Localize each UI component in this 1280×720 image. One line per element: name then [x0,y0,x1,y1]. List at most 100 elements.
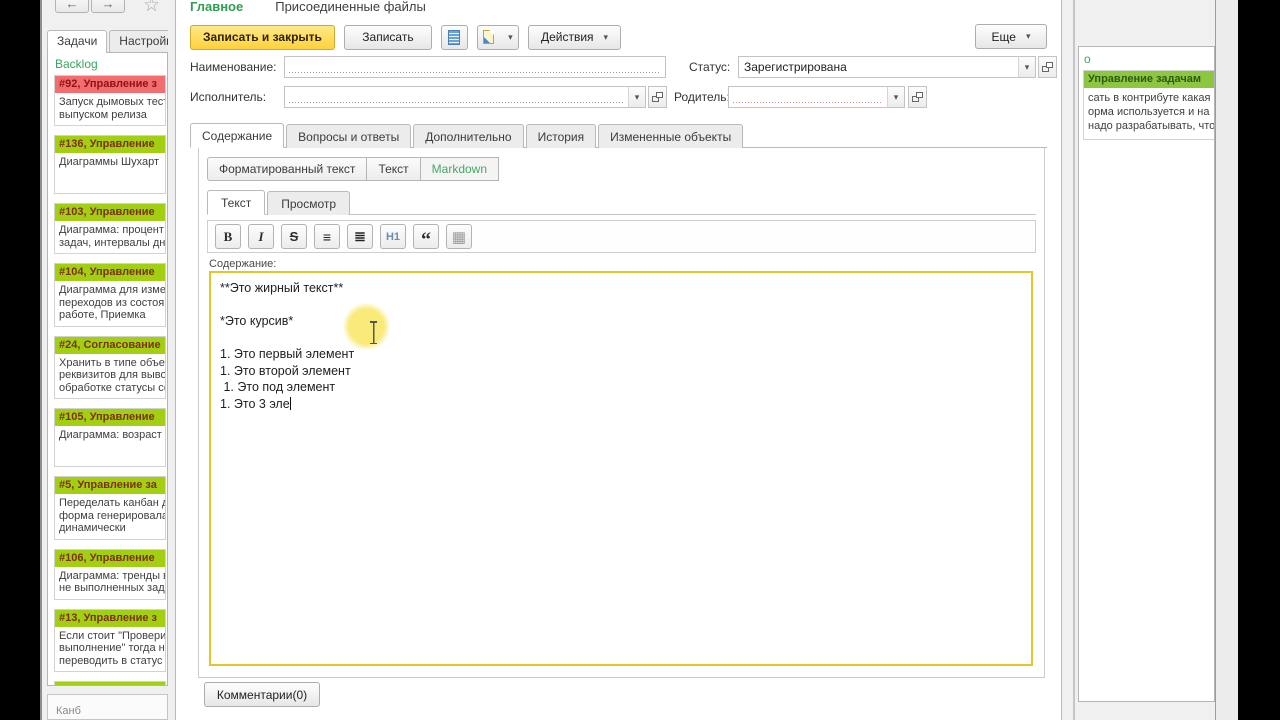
kanban-card-header: #24, Согласование [55,336,165,354]
right-board-label: o [1084,52,1091,66]
mouse-highlight [343,303,390,350]
nav-forward-button[interactable]: → [91,0,125,13]
kanban-card[interactable]: #106, Управление Диаграмма: тренды в не … [54,548,166,600]
status-input[interactable]: Зарегистрирована [738,56,1019,78]
toolbar-glyph: “ [421,229,431,251]
task-dialog: Главное Присоединенные файлы Записать и … [175,0,1062,720]
favorite-star-icon[interactable]: ☆ [143,0,160,17]
name-label: Наименование: [190,60,277,74]
view-tab[interactable]: Просмотр [267,191,351,215]
toolbar-glyph: B [223,228,233,244]
right-window-strip [1215,0,1238,720]
executor-label: Исполнитель: [190,90,267,104]
content-field-label: Содержание: [209,258,277,270]
executor-open-button[interactable] [648,86,667,108]
kanban-bottom-label: Канб [56,705,81,717]
format-switch-button[interactable]: Форматированный текст [207,157,368,181]
table-icon[interactable]: ▦ [446,224,472,249]
kanban-card[interactable]: #13, Управление з Если стоит "Проверит в… [54,608,166,672]
left-panel-tab[interactable]: Настройки [109,30,168,53]
content-tab[interactable]: Вопросы и ответы [286,124,412,148]
comments-button[interactable]: Комментарии(0) [204,682,320,707]
kanban-card[interactable]: Управление задачам сать в контрибуте как… [1083,70,1215,140]
kanban-card-body: Переделать канбан до форма генерировалас… [59,497,166,534]
editor-text: **Это жирный текст** *Это курсив* 1. Это… [220,281,355,411]
more-label: Еще [991,29,1016,44]
kanban-card-header: Управление задачам [1084,71,1214,88]
content-tab[interactable]: Дополнительно [413,124,524,148]
executor-input[interactable] [284,86,629,108]
save-button[interactable]: Записать [343,24,432,50]
actions-button[interactable]: Действия ▾ [527,24,622,50]
save-and-close-button[interactable]: Записать и закрыть [190,24,335,50]
view-tab[interactable]: Текст [207,190,266,215]
kanban-card[interactable]: #92, Управление з Запуск дымовых тесто в… [54,75,166,126]
kanban-card-header: #28, Управление з [55,682,165,685]
content-tab[interactable]: Измененные объекты [598,124,744,148]
open-form-icon [652,92,663,102]
parent-dropdown-button[interactable]: ▾ [887,86,905,108]
dialog-toolbar: Записать и закрыть Записать ▾ Действия ▾ [190,24,1047,50]
tab-label: Текст [221,196,252,210]
text-caret [289,396,291,410]
right-kanban-panel: o Управление задачам сать в контрибуте к… [1078,46,1215,702]
dialog-window-tab[interactable]: Присоединенные файлы [275,0,426,14]
tab-label: Просмотр [281,197,337,211]
kanban-card-body: Диаграмма: процент в задач, интервалы дн… [59,224,166,249]
list-report-icon [448,29,461,45]
status-dropdown-button[interactable]: ▾ [1018,56,1036,78]
kanban-card[interactable]: #28, Управление з Следить за появление з… [54,681,166,685]
kanban-card-header: #136, Управление [55,136,165,153]
parent-open-button[interactable] [908,86,927,108]
toolbar-glyph: ≡ [322,228,332,245]
markdown-editor[interactable]: **Это жирный текст** *Это курсив* 1. Это… [209,271,1033,666]
italic-icon[interactable]: I [248,224,274,249]
numbered-list-icon[interactable]: ≣ [347,224,373,249]
left-panel-tabs: Задачи Настройки [47,30,168,53]
kanban-card-body: сать в контрибуте какая орма используетс… [1088,92,1215,132]
executor-dropdown-button[interactable]: ▾ [628,86,646,108]
open-form-icon [912,92,923,102]
kanban-card-body: Диаграмма: возраст з [59,429,166,441]
dialog-window-tab[interactable]: Главное [190,0,243,14]
backlog-list[interactable]: Backlog #92, Управление з Запуск дымовых… [47,52,168,686]
content-tab[interactable]: История [525,124,597,148]
nav-back-button[interactable]: ← [55,0,89,13]
kanban-card[interactable]: #136, Управление Диаграммы Шухарт [54,135,166,194]
bold-icon[interactable]: B [215,224,241,249]
bullet-list-icon[interactable]: ≡ [314,224,340,249]
kanban-card-header: #104, Управление [55,264,165,281]
field-row-2: Исполнитель: ▾ Родитель: ▾ [176,86,1063,108]
chevron-down-icon: ▾ [603,31,609,42]
kanban-card-header: #105, Управление [55,409,165,426]
report-button[interactable] [440,24,468,50]
format-switch-button[interactable]: Текст [366,157,421,181]
kanban-card[interactable]: #5, Управление за Переделать канбан до ф… [54,476,166,540]
content-tab[interactable]: Содержание [190,123,285,148]
kanban-card-header: #5, Управление за [55,477,165,494]
back-arrow-icon: ← [65,0,79,11]
parent-input[interactable] [728,86,888,108]
chevron-down-icon: ▾ [1025,31,1031,41]
format-label: Текст [378,162,409,176]
markdown-toolbar: B I S ≡ ≣ H1 “ ▦ [207,220,1036,253]
name-input[interactable] [284,56,666,78]
board-column-label: Backlog [55,57,98,71]
status-open-button[interactable] [1038,56,1057,78]
left-panel-tab[interactable]: Задачи [47,30,108,53]
tab-label: Настройки [119,34,168,48]
strikethrough-icon[interactable]: S [281,224,307,249]
kanban-card[interactable]: #105, Управление Диаграмма: возраст з [54,408,166,467]
kanban-card[interactable]: #24, Согласование Хранить в типе объек р… [54,335,166,399]
kanban-card-body: Хранить в типе объек реквизитов для выво… [59,356,166,394]
format-switch-button[interactable]: Markdown [419,157,500,181]
kanban-card-body: Диаграмма: тренды в не выполненных задач [59,569,165,595]
kanban-card[interactable]: #104, Управление Диаграмма для измер пер… [54,263,166,327]
kanban-card-body: Если стоит "Проверит выполнение" тогда н… [59,629,166,667]
create-based-on-button[interactable]: ▾ [476,24,519,50]
format-label: Markdown [431,162,488,176]
kanban-card[interactable]: #103, Управление Диаграмма: процент в за… [54,203,166,254]
more-button[interactable]: Еще ▾ [975,24,1047,49]
heading1-icon[interactable]: H1 [380,224,406,249]
quote-icon[interactable]: “ [413,224,439,251]
